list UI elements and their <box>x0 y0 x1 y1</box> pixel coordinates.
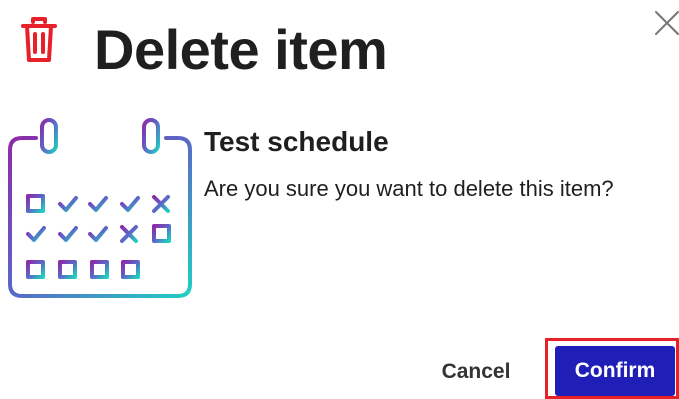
trash-icon <box>21 17 57 62</box>
close-icon[interactable] <box>652 8 679 38</box>
confirmation-message: Are you sure you want to delete this ite… <box>204 176 614 201</box>
calendar-checklist-icon <box>8 118 192 298</box>
delete-item-dialog: Delete item Test schedule Are you sure y… <box>0 0 679 399</box>
item-name: Test schedule <box>204 126 389 157</box>
confirm-button[interactable]: Confirm <box>555 346 675 396</box>
dialog-title: Delete item <box>94 18 388 81</box>
cancel-button[interactable]: Cancel <box>424 352 528 392</box>
